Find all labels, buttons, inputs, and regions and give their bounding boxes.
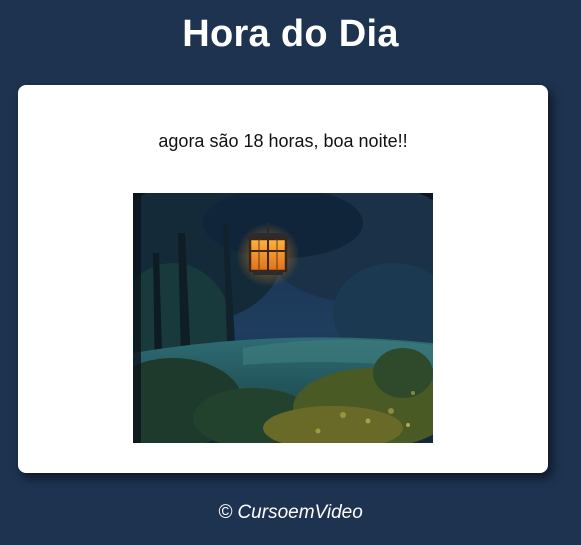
page-title: Hora do Dia	[182, 12, 399, 55]
footer-copyright: © CursoemVideo	[218, 502, 363, 523]
page-header: Hora do Dia	[0, 0, 581, 80]
time-message: agora são 18 horas, boa noite!!	[158, 131, 408, 151]
night-lantern-image	[133, 193, 433, 443]
content-card: agora são 18 horas, boa noite!!	[18, 85, 548, 473]
